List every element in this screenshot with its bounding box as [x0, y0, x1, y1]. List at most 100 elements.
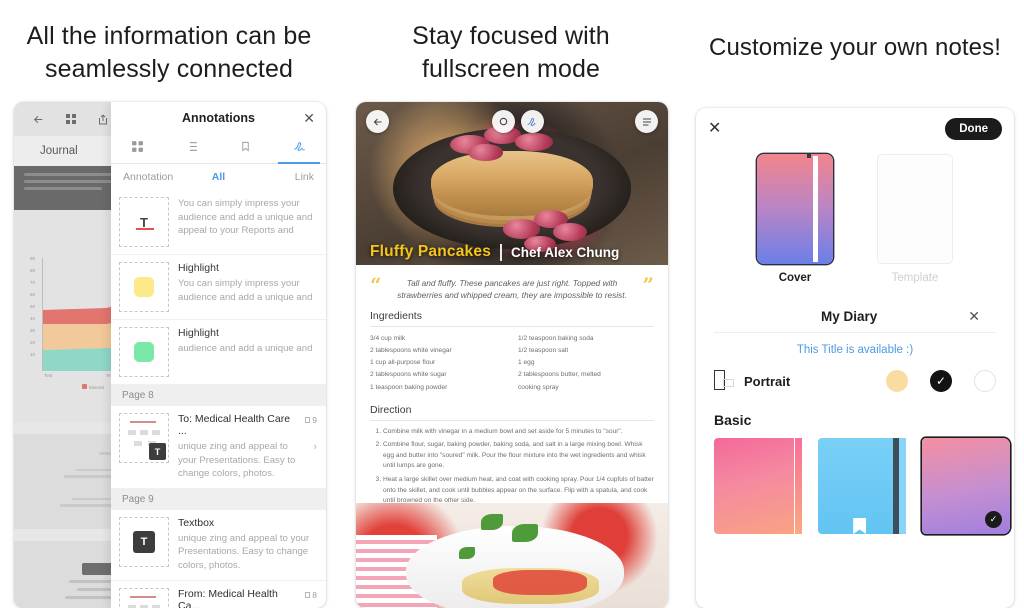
page-separator-8: Page 8 [111, 385, 326, 406]
ingredients-column-left: 3/4 cup milk 2 tablespoons white vinegar… [370, 333, 506, 394]
ingredients-section: Ingredients 3/4 cup milk 2 tablespoons w… [356, 310, 668, 394]
grid-icon [131, 140, 144, 158]
quote-text: Tall and fluffy. These pancakes are just… [397, 278, 627, 301]
direction-section: Direction Combine milk with vinegar in a… [356, 394, 668, 507]
page-badge: 9 [305, 415, 317, 425]
cover-option[interactable]: Cover [757, 154, 833, 284]
page-separator-9: Page 9 [111, 488, 326, 510]
annotation-text: audience and add a unique and [178, 343, 313, 354]
quote-open-mark: “ [370, 273, 382, 297]
cover-template-chooser: Cover Template [696, 142, 1014, 284]
basic-section-heading: Basic [714, 412, 752, 428]
direction-heading: Direction [370, 404, 654, 421]
document-thumb [119, 587, 169, 608]
filter-all[interactable]: All [187, 171, 251, 183]
page-badge: 8 [305, 590, 317, 600]
pancake-hero-image: Fluffy Pancakes Chef Alex Chung [356, 102, 668, 265]
list-item: 1/2 teaspoon salt [518, 347, 569, 355]
annotations-panel: Journal M 90 80 70 60 50 40 30 20 10 [14, 102, 326, 608]
text-glyph: T [133, 530, 155, 553]
clear-title-icon[interactable]: ✕ [968, 308, 980, 325]
annotations-list[interactable]: T You can simply impress your audience a… [111, 190, 326, 608]
document-thumb: T [119, 413, 169, 463]
list-item[interactable]: Highlight You can simply impress your au… [111, 255, 326, 320]
cover-preview[interactable] [757, 154, 833, 264]
textbox-thumb: T [119, 516, 169, 567]
annotation-title: From: Medical Health Ca... [178, 587, 278, 608]
list-item: 1 cup all-purpose flour [370, 359, 436, 367]
annotation-title: Textbox [178, 516, 215, 529]
annotations-tabs [111, 134, 326, 164]
list-item[interactable]: From: Medical Health Ca... unique zing a… [111, 581, 326, 608]
basic-book-strip[interactable]: ✓ [696, 428, 1014, 534]
template-label: Template [891, 272, 939, 284]
tab-signature[interactable] [272, 134, 326, 164]
list-icon [185, 140, 199, 158]
close-icon[interactable]: ✕ [708, 121, 721, 137]
list-item: 1 teaspoon baking powder [370, 383, 448, 391]
list-item: 2 tablespoons white sugar [370, 371, 447, 379]
page-badge-number: 9 [312, 415, 317, 425]
grid-icon[interactable] [65, 113, 77, 125]
blue-book[interactable] [818, 438, 906, 534]
list-item[interactable]: T Textbox unique zing and appeal to your… [111, 510, 326, 581]
chevron-right-icon[interactable]: › [313, 441, 317, 453]
signature-pen-icon[interactable] [521, 110, 544, 133]
title-input-row[interactable]: My Diary ✕ [714, 298, 996, 333]
list-item: 1/2 teaspoon baking soda [518, 334, 594, 342]
menu-list-icon[interactable] [635, 110, 658, 133]
tab-bookmark[interactable] [219, 134, 273, 163]
recipe-author: Chef Alex Chung [511, 244, 620, 260]
tab-list[interactable] [165, 134, 219, 163]
list-item[interactable]: T You can simply impress your audience a… [111, 190, 326, 255]
text-underline-thumb: T [119, 197, 169, 247]
textbox-badge: T [149, 443, 166, 460]
back-arrow-icon[interactable] [366, 110, 389, 133]
cover-label: Cover [778, 272, 812, 284]
list-item[interactable]: Highlight audience and add a unique and [111, 320, 326, 385]
color-swatch-black[interactable]: ✓ [930, 370, 952, 392]
orientation-label: Portrait [744, 373, 791, 389]
filter-annotation[interactable]: Annotation [123, 171, 187, 183]
list-item: 2 tablespoons white vinegar [370, 347, 452, 355]
record-circle-icon[interactable] [492, 110, 515, 133]
annotation-text: unique zing and appeal to your Presentat… [178, 532, 310, 572]
template-preview[interactable] [877, 154, 953, 264]
pink-coral-book[interactable] [714, 438, 802, 534]
portrait-orientation-icon[interactable] [714, 370, 734, 392]
list-item: 1 egg [518, 359, 535, 367]
recipe-quote: “ Tall and fluffy. These pancakes are ju… [356, 265, 668, 310]
orientation-row: Portrait ✓ [696, 356, 1014, 392]
promo-screenshot: All the information can be seamlessly co… [0, 0, 1024, 608]
headline-middle: Stay focused with fullscreen mode [412, 22, 610, 83]
filter-link[interactable]: Link [250, 171, 314, 183]
recipe-name: Fluffy Pancakes [370, 243, 492, 260]
pink-purple-book[interactable]: ✓ [922, 438, 1010, 534]
annotation-text: You can simply impress your audience and… [178, 198, 313, 237]
annotation-text: You can simply impress your audience and… [178, 278, 313, 303]
color-swatch-cream[interactable] [886, 370, 908, 392]
list-item[interactable]: T To: Medical Health Care ... unique zin… [111, 406, 326, 489]
color-swatch-white[interactable] [974, 370, 996, 392]
annotations-sheet: Annotations ✕ Annotation All Link T You … [111, 102, 326, 608]
ingredients-column-right: 1/2 teaspoon baking soda 1/2 teaspoon sa… [518, 333, 654, 394]
customize-header: ✕ Done [696, 108, 1014, 142]
list-item: Heat a large skillet over medium heat, a… [383, 475, 654, 507]
template-option[interactable]: Template [877, 154, 953, 284]
list-item: 3/4 cup milk [370, 334, 406, 342]
title-input[interactable]: My Diary [730, 309, 968, 324]
recipe-panel: Fluffy Pancakes Chef Alex Chung “ Tall a… [356, 102, 668, 608]
done-button[interactable]: Done [945, 118, 1002, 140]
share-icon[interactable] [97, 113, 109, 126]
bookmark-icon [240, 140, 251, 158]
headline-left: All the information can be seamlessly co… [26, 22, 312, 83]
annotation-title: To: Medical Health Care ... [178, 413, 291, 437]
annotation-title: Highlight [178, 327, 219, 339]
back-arrow-icon[interactable] [32, 113, 45, 126]
pasta-hero-image [356, 503, 668, 608]
check-icon: ✓ [985, 511, 1002, 528]
close-icon[interactable]: ✕ [303, 111, 315, 125]
highlight-green-thumb [119, 327, 169, 377]
direction-list: Combine milk with vinegar in a medium bo… [370, 421, 654, 507]
tab-grid[interactable] [111, 134, 165, 163]
